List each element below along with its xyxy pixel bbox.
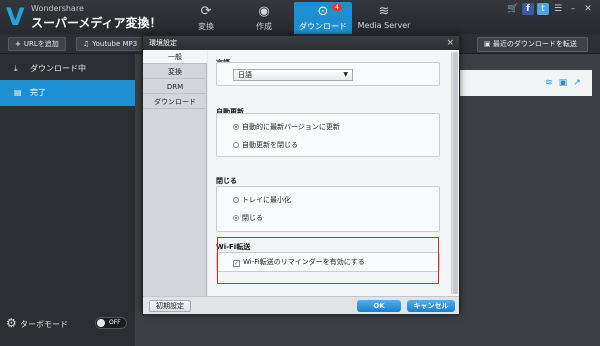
dialog-footer: 初期設定 OK キャンセル — [143, 296, 459, 314]
sidebar-item-label: ダウンロード中 — [30, 64, 86, 73]
tab-convert-label: 変換 — [198, 22, 214, 31]
transfer-latest-label: 最近のダウンロードを転送 — [492, 40, 577, 48]
row-actions: ≋ ▣ ↗ — [544, 78, 582, 88]
turbo-mode-label: ターボモード — [20, 320, 68, 329]
scrollbar[interactable] — [451, 52, 458, 294]
brand-title: スーパーメディア変換！ — [31, 16, 162, 30]
menu-icon[interactable]: ☰ — [552, 3, 564, 15]
youtube-mp3-button[interactable]: ♫ Youtube MP3 — [76, 37, 145, 51]
close-behavior-box: トレイに最小化 閉じる — [216, 186, 440, 232]
list-item[interactable]: ≋ ▣ ↗ — [460, 70, 592, 96]
sidebar-item-completed[interactable]: ▤ 完了 — [0, 80, 135, 106]
radio-icon — [233, 142, 239, 148]
minimize-icon[interactable]: – — [567, 3, 579, 15]
auto-update-box: 自動的に最新バージョンに更新 自動更新を閉じる — [216, 113, 440, 157]
download-icon: ⊙ — [317, 4, 329, 19]
auto-update-on-radio[interactable]: 自動的に最新バージョンに更新 — [233, 122, 340, 132]
tab-general[interactable]: 一般 — [143, 50, 207, 64]
transfer-icon: ▣ — [484, 40, 493, 48]
language-value: 日語 — [238, 71, 252, 79]
tab-drm[interactable]: DRM — [143, 80, 207, 94]
wifi-icon: ≋ — [378, 4, 390, 19]
radio-selected-icon — [233, 124, 239, 130]
radio-icon — [233, 197, 239, 203]
tab-create-label: 作成 — [256, 22, 272, 31]
sidebar: ⤓ ダウンロード中 ▤ 完了 — [0, 54, 135, 346]
close-behavior-title: 閉じる — [216, 177, 237, 185]
scrollbar-thumb[interactable] — [453, 52, 458, 294]
sidebar-item-label: 完了 — [30, 88, 46, 97]
refresh-icon: ⟳ — [200, 4, 212, 19]
tab-media-server-label: Media Server — [357, 21, 411, 30]
tab-download[interactable]: 4 ⊙ ダウンロード — [294, 2, 352, 34]
gear-icon: ⚙ — [6, 316, 17, 330]
plus-icon: + — [15, 40, 21, 48]
turbo-toggle-state: OFF — [109, 319, 121, 326]
minimize-to-tray-radio[interactable]: トレイに最小化 — [233, 195, 291, 205]
transfer-icon[interactable]: ▣ — [558, 78, 568, 88]
minimize-to-tray-label: トレイに最小化 — [242, 196, 291, 204]
document-icon: ▤ — [14, 88, 22, 97]
add-url-button[interactable]: + URLを追加 — [8, 37, 66, 51]
close-app-label: 閉じる — [242, 214, 263, 222]
youtube-mp3-label: Youtube MP3 — [92, 40, 138, 48]
turbo-mode: ⚙ ターボモード — [6, 316, 68, 332]
download-icon: ⤓ — [14, 64, 18, 73]
facebook-icon[interactable]: f — [522, 3, 534, 15]
dialog-title-bar: 環境設定 × — [143, 36, 459, 50]
turbo-toggle[interactable]: OFF — [95, 317, 127, 329]
ok-button[interactable]: OK — [357, 300, 401, 312]
language-box: 日語 ▼ — [216, 62, 440, 86]
download-count-badge: 4 — [332, 4, 342, 11]
music-note-icon: ♫ — [83, 40, 90, 48]
auto-update-off-radio[interactable]: 自動更新を閉じる — [233, 140, 298, 150]
transfer-latest-button[interactable]: ▣ 最近のダウンロードを転送 — [477, 37, 588, 52]
wifi-icon[interactable]: ≋ — [544, 78, 554, 88]
brand-small: Wondershare — [31, 4, 84, 13]
tab-convert[interactable]: ⟳ 変換 — [178, 2, 234, 34]
sidebar-item-downloading[interactable]: ⤓ ダウンロード中 — [0, 56, 135, 82]
tab-download-settings[interactable]: ダウンロード — [143, 95, 207, 109]
tab-create[interactable]: ◉ 作成 — [236, 2, 292, 34]
app-logo: V — [6, 3, 25, 31]
add-url-label: URLを追加 — [23, 40, 59, 48]
reset-defaults-button[interactable]: 初期設定 — [149, 300, 191, 312]
disc-icon: ◉ — [258, 4, 270, 19]
dialog-tabs: 一般 変換 DRM ダウンロード — [143, 50, 207, 296]
close-app-radio[interactable]: 閉じる — [233, 213, 263, 223]
cancel-button[interactable]: キャンセル — [407, 300, 455, 312]
tab-download-label: ダウンロード — [299, 22, 347, 31]
language-select[interactable]: 日語 ▼ — [233, 69, 353, 81]
dialog-title: 環境設定 — [149, 39, 177, 47]
auto-update-on-label: 自動的に最新バージョンに更新 — [242, 123, 340, 131]
highlight-frame — [217, 237, 439, 284]
tab-media-server[interactable]: ≋ Media Server — [354, 2, 414, 34]
chevron-down-icon: ▼ — [343, 71, 348, 78]
window-controls: 🛒 f t ☰ – ✕ — [507, 3, 594, 15]
radio-selected-icon — [233, 215, 239, 221]
cart-icon[interactable]: 🛒 — [507, 3, 519, 15]
tab-convert-settings[interactable]: 変換 — [143, 65, 207, 79]
open-folder-icon[interactable]: ↗ — [572, 78, 582, 88]
auto-update-off-label: 自動更新を閉じる — [242, 141, 298, 149]
twitter-icon[interactable]: t — [537, 3, 549, 15]
close-icon[interactable]: ✕ — [582, 3, 594, 15]
title-bar: V Wondershare スーパーメディア変換！ ⟳ 変換 ◉ 作成 4 ⊙ … — [0, 0, 600, 34]
close-icon[interactable]: × — [446, 36, 454, 50]
